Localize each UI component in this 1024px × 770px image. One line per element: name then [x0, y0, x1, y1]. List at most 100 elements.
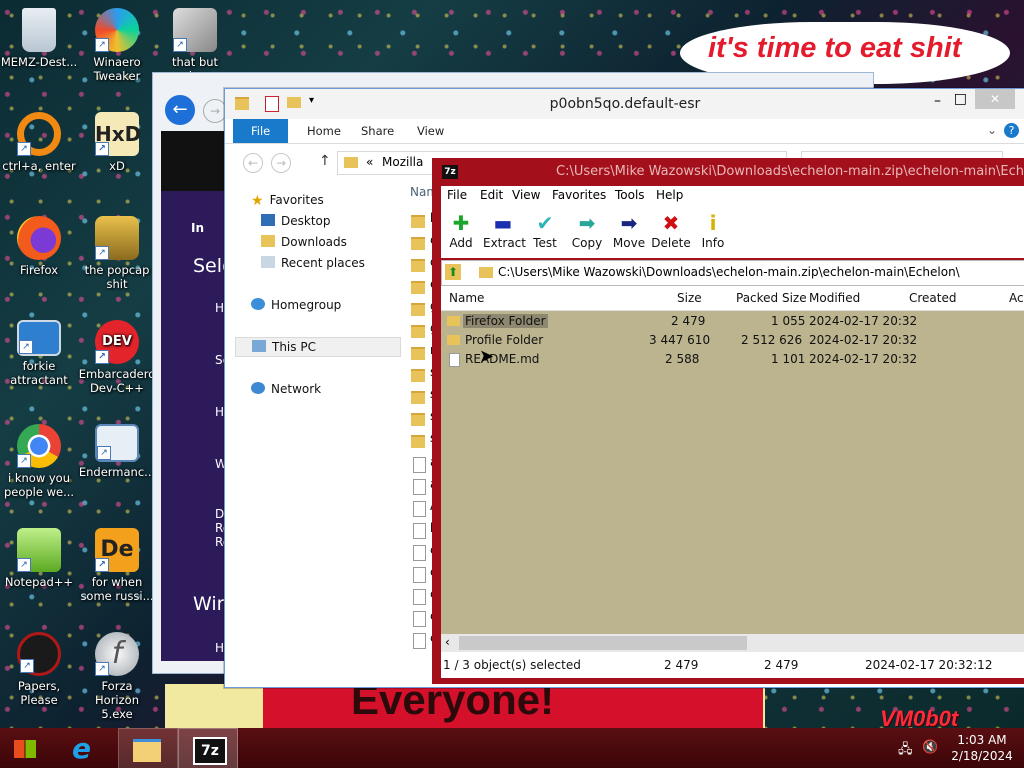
folder-icon[interactable]	[411, 435, 425, 448]
shortcut-arrow-icon: ↗	[95, 38, 109, 52]
desktop-icon-papers-please[interactable]: ↗ Papers, Please	[0, 632, 78, 707]
add-button[interactable]: ✚ Add	[441, 212, 481, 250]
scrollbar-thumb[interactable]	[459, 636, 747, 650]
desktop-icon-chrome[interactable]: ↗ i know you people we...	[0, 424, 78, 499]
up-folder-icon[interactable]: ⬆	[445, 264, 461, 280]
column-attributes[interactable]: Ac	[1009, 291, 1024, 305]
ribbon-expand-icon[interactable]: ⌄	[987, 123, 997, 137]
desktop-icon-ctrl-a-enter[interactable]: ↗ ctrl+a, enter	[0, 112, 78, 173]
file-icon[interactable]	[413, 611, 426, 627]
desktop-icon-firefox[interactable]: Firefox	[0, 216, 78, 277]
folder-icon[interactable]	[411, 369, 425, 382]
breadcrumb-overflow[interactable]: «	[366, 155, 373, 169]
info-button[interactable]: i Info	[693, 212, 733, 250]
move-button[interactable]: ➡ Move	[609, 212, 649, 250]
close-button[interactable]: ✕	[975, 89, 1015, 109]
file-icon[interactable]	[413, 501, 426, 517]
desktop-icon-endermanch[interactable]: ↗ Endermanc...	[78, 424, 156, 479]
folder-icon[interactable]	[411, 413, 425, 426]
forward-arrow-icon[interactable]: →	[271, 153, 291, 173]
scroll-left-icon[interactable]: ‹	[445, 635, 450, 649]
row-packed: 1 101	[771, 352, 806, 366]
maximize-button[interactable]: □	[954, 91, 967, 107]
desktop-icon-popcap[interactable]: ↗ the popcap shit	[78, 216, 156, 291]
tab-share[interactable]: Share	[351, 122, 404, 140]
file-icon[interactable]	[413, 567, 426, 583]
explorer-title-bar[interactable]: ▾ p0obn5qo.default-esr – □ ✕	[225, 89, 1024, 119]
7zip-window[interactable]: 7z C:\Users\Mike Wazowski\Downloads\eche…	[432, 158, 1024, 684]
notepadpp-icon: ↗	[17, 528, 61, 572]
folder-icon[interactable]	[411, 325, 425, 338]
path-bar[interactable]: ⬆ C:\Users\Mike Wazowski\Downloads\echel…	[441, 260, 1024, 286]
desktop-icon-xd[interactable]: HxD ↗ xD	[78, 112, 156, 173]
desktop-icon-forza[interactable]: f ↗ Forza Horizon 5.exe	[78, 632, 156, 721]
folder-icon[interactable]	[411, 391, 425, 404]
taskbar-file-explorer[interactable]	[118, 728, 178, 770]
list-row-profile-folder[interactable]: Profile Folder 3 447 610 2 512 626 2024-…	[441, 331, 1024, 350]
desktop-icon-notepadpp[interactable]: ↗ Notepad++	[0, 528, 78, 589]
file-icon[interactable]	[413, 479, 426, 495]
tab-home[interactable]: Home	[297, 122, 351, 140]
start-button[interactable]	[0, 728, 58, 768]
7zip-file-list[interactable]: Name Size Packed Size Modified Created A…	[441, 286, 1024, 652]
desktop-icon-memz[interactable]: MEMZ-Dest...	[0, 8, 78, 69]
menu-help[interactable]: Help	[656, 188, 683, 202]
panel-item[interactable]: H	[215, 405, 224, 419]
file-icon[interactable]	[413, 633, 426, 649]
back-arrow-icon[interactable]: ←	[243, 153, 263, 173]
folder-icon[interactable]	[411, 347, 425, 360]
list-row-readme[interactable]: README.md 2 588 1 101 2024-02-17 20:32	[441, 350, 1024, 369]
shortcut-arrow-icon: ↗	[173, 38, 187, 52]
help-icon[interactable]: ?	[1004, 123, 1019, 138]
file-icon[interactable]	[413, 589, 426, 605]
file-icon[interactable]	[413, 523, 426, 539]
file-icon[interactable]	[413, 545, 426, 561]
taskbar-7zip[interactable]: 7z	[178, 728, 238, 770]
volume-muted-icon[interactable]: 🔇	[922, 740, 938, 755]
extract-button[interactable]: ▬ Extract	[483, 212, 526, 250]
network-icon[interactable]: 🖧	[898, 740, 913, 762]
panel-item[interactable]: H	[215, 641, 224, 655]
delete-button[interactable]: ✖ Delete	[651, 212, 691, 250]
test-button[interactable]: ✔ Test	[525, 212, 565, 250]
folder-icon[interactable]	[411, 281, 425, 294]
panel-item[interactable]: In	[191, 221, 204, 235]
panel-item[interactable]: H	[215, 301, 224, 315]
column-created[interactable]: Created	[909, 291, 957, 305]
path-input[interactable]: C:\Users\Mike Wazowski\Downloads\echelon…	[498, 265, 960, 279]
menu-edit[interactable]: Edit	[480, 188, 503, 202]
menu-tools[interactable]: Tools	[615, 188, 645, 202]
folder-icon[interactable]	[411, 215, 425, 228]
menu-file[interactable]: File	[447, 188, 467, 202]
up-arrow-icon[interactable]: ↑	[319, 153, 331, 169]
taskbar-internet-explorer[interactable]: e	[58, 728, 116, 768]
copy-button[interactable]: ➡ Copy	[567, 212, 607, 250]
background-window-back-button[interactable]: ←	[165, 95, 195, 125]
column-packed-size[interactable]: Packed Size	[736, 291, 807, 305]
list-row-firefox-folder[interactable]: Firefox Folder 2 479 1 055 2024-02-17 20…	[441, 312, 1024, 331]
7zip-title-bar[interactable]: 7z C:\Users\Mike Wazowski\Downloads\eche…	[432, 158, 1024, 186]
tab-file[interactable]: File	[233, 119, 289, 143]
column-name[interactable]: Name	[449, 291, 484, 305]
shortcut-arrow-icon: ↗	[19, 340, 33, 354]
desktop-icon-forkie[interactable]: ↗ forkie attractant	[0, 320, 78, 387]
status-selection: 1 / 3 object(s) selected	[443, 658, 581, 672]
folder-icon[interactable]	[411, 259, 425, 272]
clock[interactable]: 1:03 AM 2/18/2024	[946, 732, 1018, 764]
breadcrumb-item[interactable]: Mozilla	[382, 155, 423, 169]
horizontal-scrollbar[interactable]: ‹	[441, 634, 1024, 652]
folder-icon[interactable]	[411, 237, 425, 250]
tab-view[interactable]: View	[407, 122, 454, 140]
file-icon[interactable]	[413, 457, 426, 473]
folder-icon[interactable]	[411, 303, 425, 316]
menu-view[interactable]: View	[512, 188, 540, 202]
desktop-icon-devcpp[interactable]: DEV ↗ Embarcadero Dev-C++	[78, 320, 156, 395]
firefox-icon	[17, 216, 61, 260]
minimize-button[interactable]: –	[934, 93, 941, 109]
desktop-icon-de[interactable]: De ↗ for when some russi...	[78, 528, 156, 603]
desktop-icon-winaero[interactable]: ↗ Winaero Tweaker	[78, 8, 156, 83]
column-modified[interactable]: Modified	[809, 291, 860, 305]
column-size[interactable]: Size	[677, 291, 702, 305]
panel-item[interactable]: D	[215, 507, 224, 521]
menu-favorites[interactable]: Favorites	[552, 188, 606, 202]
